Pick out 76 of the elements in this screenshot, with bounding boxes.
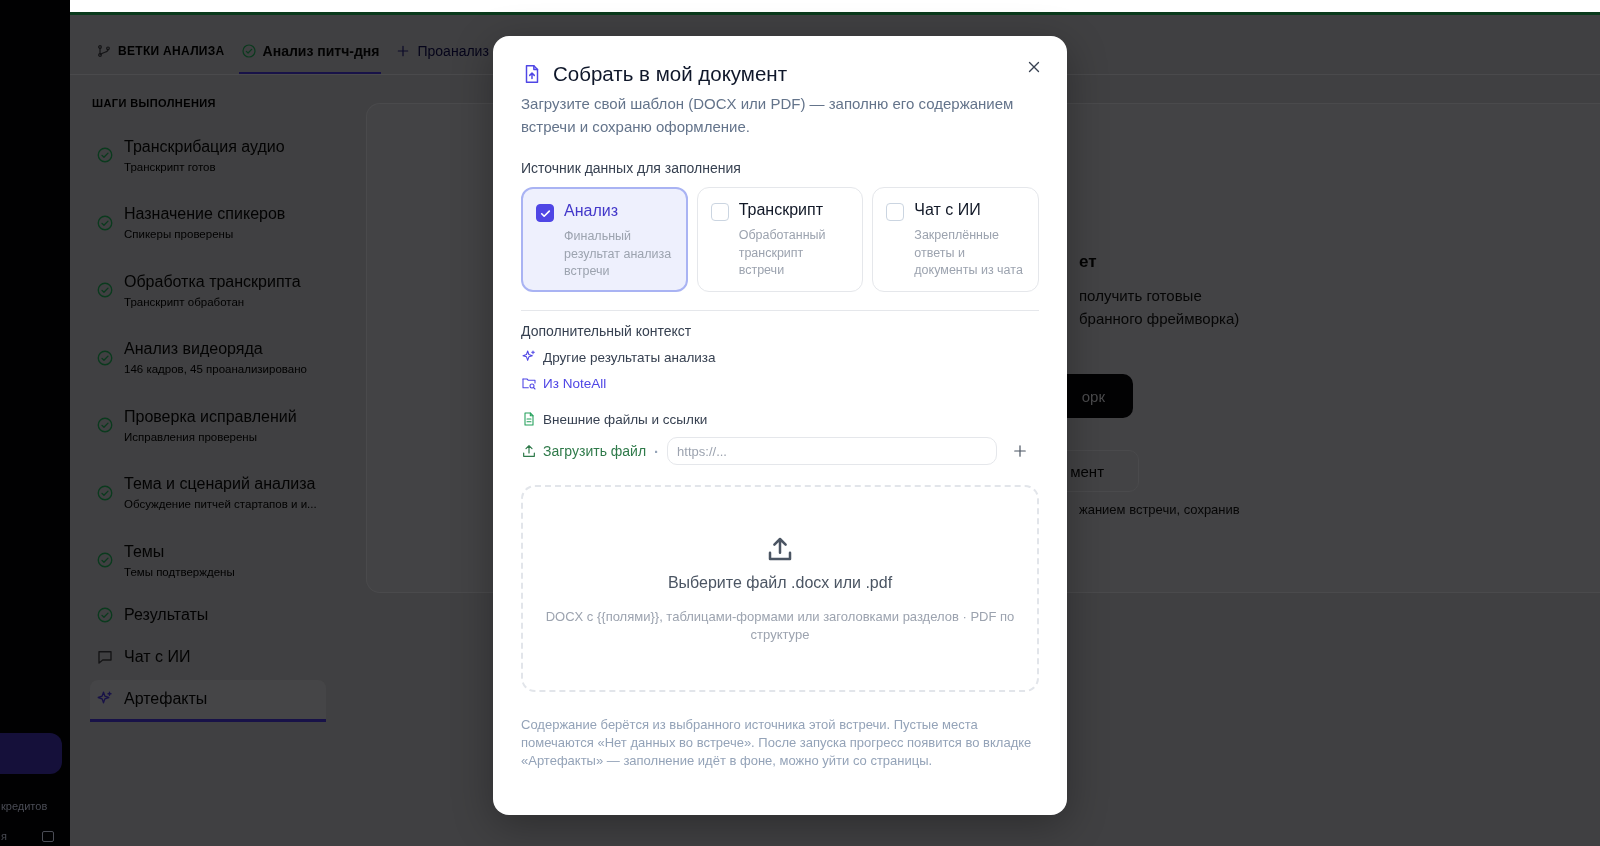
step-subtitle: 146 кадров, 45 проанализировано: [124, 363, 307, 376]
check-circle-icon: [240, 42, 257, 59]
dropzone-hint: DOCX с {{полями}}, таблицами-формами или заголовками разделов · PDF по структуре: [544, 607, 1016, 644]
step-subtitle: Темы подтверждены: [124, 565, 235, 578]
step-subtitle: Исправления проверены: [124, 430, 258, 443]
card-text: получить готовые: [1079, 286, 1203, 306]
option-title: Анализ: [564, 202, 619, 221]
step-subtitle: Транскрипт готов: [124, 160, 217, 173]
step-subtitle: Транскрипт обработан: [124, 295, 246, 308]
check-circle-icon: [96, 416, 114, 435]
separator-dot: ·: [654, 442, 660, 460]
chat-bubble-icon: [96, 648, 114, 666]
step-item[interactable]: Анализ видеоряда 146 кадров, 45 проанализировано: [90, 325, 326, 393]
tab[interactable]: Анализ питч-дня: [238, 29, 382, 74]
panel-icon[interactable]: [42, 830, 54, 842]
step-title: Обработка транскрипта: [124, 272, 301, 291]
source-option[interactable]: Транскрипт Обработанный транскрипт встречи: [696, 187, 864, 292]
step-item[interactable]: Тема и сценарий анализа Обсуждение питчей стартапов и и...: [90, 460, 326, 528]
step-item[interactable]: Назначение спикеров Спикеры проверены: [90, 190, 326, 258]
step-item[interactable]: Артефакты: [90, 679, 326, 722]
step-title: Тема и сценарий анализа: [124, 475, 317, 494]
card-text: бранного фреймворка): [1079, 309, 1241, 329]
section-label: Источник данных для заполнения: [521, 160, 742, 176]
option-description: Финальный результат анализа встречи: [564, 228, 673, 280]
step-title: Результаты: [124, 606, 209, 624]
url-input-field[interactable]: https://...: [667, 437, 998, 465]
checkbox[interactable]: [536, 204, 554, 222]
context-item[interactable]: Другие результаты анализа: [521, 349, 1039, 365]
step-title: Транскрибация аудио: [124, 137, 285, 156]
step-item[interactable]: Проверка исправлений Исправления проверены: [90, 393, 326, 461]
upload-file-button[interactable]: Загрузить файл: [521, 443, 647, 459]
card-heading: ет: [1079, 252, 1098, 272]
step-subtitle: Спикеры проверены: [124, 228, 235, 241]
step-item[interactable]: Обработка транскрипта Транскрипт обработан: [90, 258, 326, 326]
step-title: Проверка исправлений: [124, 407, 297, 426]
modal-subtitle: Загрузите свой шаблон (DOCX или PDF) — заполню его содержанием встречи и сохраню оформление.: [521, 94, 1015, 137]
option-description: Закреплённые ответы и документы из чата: [914, 227, 1024, 279]
dropzone-title: Выберите файл .docx или .pdf: [667, 573, 893, 592]
branch-icon: [96, 42, 112, 59]
step-item[interactable]: Транскрибация аудио Транскрипт готов: [90, 123, 326, 191]
folder-search-icon: [521, 375, 537, 391]
section-heading: ШАГИ ВЫПОЛНЕНИЯ: [92, 97, 217, 109]
step-title: Назначение спикеров: [124, 205, 286, 224]
document-icon: [521, 411, 537, 427]
sidebar-text: я: [1, 830, 7, 842]
step-title: Артефакты: [124, 690, 208, 708]
step-title: Анализ видеоряда: [124, 340, 264, 359]
step-item[interactable]: Результаты: [90, 595, 326, 638]
source-option[interactable]: Чат с ИИ Закреплённые ответы и документы из чата: [872, 187, 1039, 292]
step-item[interactable]: Чат с ИИ: [90, 637, 326, 680]
option-title: Транскрипт: [738, 201, 824, 220]
section-label: Дополнительный контекст: [521, 323, 693, 339]
noteall-link[interactable]: Из NoteAll: [521, 375, 1039, 391]
check-circle-icon: [96, 606, 114, 624]
card-note: жанием встречи, сохранив: [1079, 502, 1241, 517]
source-option[interactable]: Анализ Финальный результат анализа встречи: [521, 187, 688, 292]
check-circle-icon: [96, 146, 114, 165]
check-circle-icon: [96, 551, 114, 570]
check-circle-icon: [96, 348, 114, 367]
tab[interactable]: Проанализ: [393, 29, 491, 74]
step-subtitle: Обсуждение питчей стартапов и и...: [124, 498, 317, 511]
option-description: Обработанный транскрипт встречи: [738, 227, 827, 279]
option-title: Чат с ИИ: [914, 201, 982, 220]
step-title: Темы: [124, 542, 166, 561]
modal-title: Собрать в мой документ: [553, 62, 788, 86]
step-title: Чат с ИИ: [124, 648, 191, 666]
check-circle-icon: [96, 483, 114, 502]
check-circle-icon: [96, 281, 114, 300]
file-dropzone[interactable]: Выберите файл .docx или .pdf DOCX с {{полями}}, таблицами-формами или заголовками разделов · PDF по структуре: [521, 485, 1039, 692]
upload-icon: [521, 443, 537, 459]
section-tab[interactable]: ВЕТКИ АНАЛИЗА: [94, 29, 227, 74]
check-circle-icon: [96, 213, 114, 232]
section-label: Внешние файлы и ссылки: [543, 411, 708, 427]
credits-text: кредитов: [1, 800, 49, 812]
footer-note: Содержание берётся из выбранного источника этой встречи. Пустые места помечаются «Нет данных во встрече». После запуска прогресс появится во вкладке «Артефакты» — заполнение идёт в фоне, можно уйти со страницы.: [521, 716, 1033, 770]
step-item[interactable]: Темы Темы подтверждены: [90, 528, 326, 596]
